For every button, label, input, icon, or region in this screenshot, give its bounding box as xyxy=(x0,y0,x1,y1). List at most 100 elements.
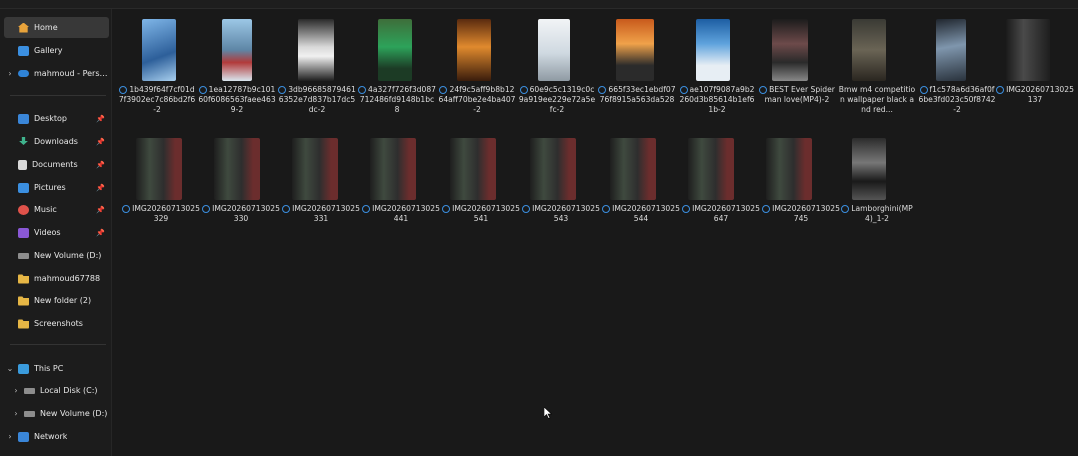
sidebar-item-documents[interactable]: Documents 📌 xyxy=(4,154,109,175)
sidebar-item-videos[interactable]: Videos 📌 xyxy=(4,222,109,243)
chevron-right-icon[interactable]: › xyxy=(10,386,22,395)
file-name: Lamborghini(MP4)_1-2 xyxy=(838,204,916,224)
file-name: IMG20260713025441 xyxy=(362,204,440,224)
image-thumbnail xyxy=(450,138,496,200)
sidebar-item-local-disk-c[interactable]: › Local Disk (C:) xyxy=(10,380,115,401)
sync-icon xyxy=(679,86,688,94)
sidebar-item-onedrive[interactable]: › mahmoud - Personal xyxy=(4,63,109,84)
music-folder-icon xyxy=(18,204,29,215)
sync-icon xyxy=(119,86,128,94)
sidebar-item-mahmoud67788[interactable]: mahmoud67788 xyxy=(4,268,109,289)
sync-icon xyxy=(282,205,291,213)
video-thumbnail xyxy=(772,19,808,81)
sidebar-item-label: Home xyxy=(34,23,58,32)
file-name: IMG20260713025543 xyxy=(522,204,600,224)
image-thumbnail xyxy=(538,19,570,81)
image-thumbnail xyxy=(457,19,491,81)
sidebar-item-screenshots[interactable]: Screenshots xyxy=(4,313,109,334)
file-name: IMG20260713025544 xyxy=(602,204,680,224)
sync-icon xyxy=(996,86,1005,94)
sync-icon xyxy=(759,86,768,94)
file-name: IMG20260713025329 xyxy=(122,204,200,224)
sync-icon xyxy=(519,86,528,94)
sidebar-item-new-volume-d[interactable]: New Volume (D:) xyxy=(4,245,109,266)
drive-icon xyxy=(24,410,35,417)
sidebar-item-label: Music xyxy=(34,205,57,214)
image-thumbnail xyxy=(136,138,182,200)
drive-icon xyxy=(18,252,29,259)
sync-icon xyxy=(442,205,451,213)
file-list: 1b439f64f7cf01d7f3902ec7c86bd2f6-2 1ea12… xyxy=(112,9,1078,456)
sync-icon xyxy=(762,205,771,213)
chevron-down-icon[interactable]: ⌄ xyxy=(4,364,16,373)
file-name: IMG20260713025330 xyxy=(202,204,280,224)
image-thumbnail xyxy=(688,138,734,200)
sidebar-item-desktop[interactable]: Desktop 📌 xyxy=(4,108,109,129)
sidebar-item-label: mahmoud - Personal xyxy=(34,69,109,78)
sidebar-item-new-volume-d-2[interactable]: › New Volume (D:) xyxy=(10,403,115,424)
downloads-folder-icon xyxy=(19,136,28,145)
file-name: 60e9c5c1319c0c9a919ee229e72a5efc-2 xyxy=(518,85,596,114)
file-name: Bmw m4 competition wallpaper black and r… xyxy=(838,85,916,114)
image-thumbnail xyxy=(936,19,966,81)
chevron-right-icon[interactable]: › xyxy=(4,432,16,441)
image-thumbnail xyxy=(696,19,730,81)
video-thumbnail xyxy=(852,138,886,200)
image-thumbnail xyxy=(378,19,412,81)
file-name: IMG20260713025745 xyxy=(762,204,840,224)
cloud-icon xyxy=(18,70,29,77)
image-thumbnail xyxy=(222,19,252,81)
this-pc-icon xyxy=(18,363,29,374)
sync-icon xyxy=(362,205,371,213)
pin-icon: 📌 xyxy=(96,205,105,214)
file-name: 665f33ec1ebdf0776f8915a563da528 xyxy=(598,85,676,104)
sidebar-item-new-folder-2[interactable]: New folder (2) xyxy=(4,290,109,311)
gallery-icon xyxy=(18,45,29,56)
sidebar-item-label: Local Disk (C:) xyxy=(40,386,98,395)
videos-folder-icon xyxy=(18,227,29,238)
toolbar xyxy=(0,0,1078,9)
sidebar-item-label: Pictures xyxy=(34,183,66,192)
sync-icon xyxy=(122,205,131,213)
sync-icon xyxy=(602,205,611,213)
navigation-pane: Home Gallery › mahmoud - Personal Deskto… xyxy=(0,9,112,456)
sidebar-item-downloads[interactable]: Downloads 📌 xyxy=(4,131,109,152)
image-thumbnail xyxy=(530,138,576,200)
sidebar-item-gallery[interactable]: Gallery xyxy=(4,40,109,61)
sync-icon xyxy=(522,205,531,213)
network-icon xyxy=(18,431,29,442)
chevron-right-icon[interactable]: › xyxy=(4,69,16,78)
sync-icon xyxy=(598,86,607,94)
sync-icon xyxy=(682,205,691,213)
file-name: IMG20260713025331 xyxy=(282,204,360,224)
sidebar-item-label: Network xyxy=(34,432,68,441)
image-thumbnail xyxy=(298,19,334,81)
sync-icon xyxy=(358,86,367,94)
sidebar-item-label: Desktop xyxy=(34,114,67,123)
sidebar-item-music[interactable]: Music 📌 xyxy=(4,199,109,220)
sidebar-item-label: Gallery xyxy=(34,46,63,55)
sidebar-item-label: This PC xyxy=(34,364,64,373)
image-thumbnail xyxy=(766,138,812,200)
folder-icon xyxy=(18,296,29,306)
chevron-right-icon[interactable]: › xyxy=(10,409,22,418)
sidebar-item-pictures[interactable]: Pictures 📌 xyxy=(4,177,109,198)
pictures-folder-icon xyxy=(18,182,29,193)
file-name: IMG20260713025541 xyxy=(442,204,520,224)
divider xyxy=(10,95,106,96)
sidebar-item-home[interactable]: Home xyxy=(4,17,109,38)
file-name: IMG20260713025137 xyxy=(996,85,1074,105)
sidebar-item-label: Documents xyxy=(32,160,78,169)
sidebar-item-label: New folder (2) xyxy=(34,296,92,305)
sidebar-item-label: Screenshots xyxy=(34,319,83,328)
sidebar-item-label: Downloads xyxy=(34,137,78,146)
image-thumbnail xyxy=(610,138,656,200)
sync-icon xyxy=(278,86,287,94)
sidebar-item-this-pc[interactable]: ⌄ This PC xyxy=(4,358,109,379)
file-name: 24f9c5aff9b8b1264aff70be2e4ba407-2 xyxy=(438,85,516,114)
sidebar-item-network[interactable]: › Network xyxy=(4,426,109,447)
pin-icon: 📌 xyxy=(96,114,105,123)
image-thumbnail xyxy=(1006,19,1050,81)
image-thumbnail xyxy=(142,19,176,81)
image-thumbnail xyxy=(214,138,260,200)
